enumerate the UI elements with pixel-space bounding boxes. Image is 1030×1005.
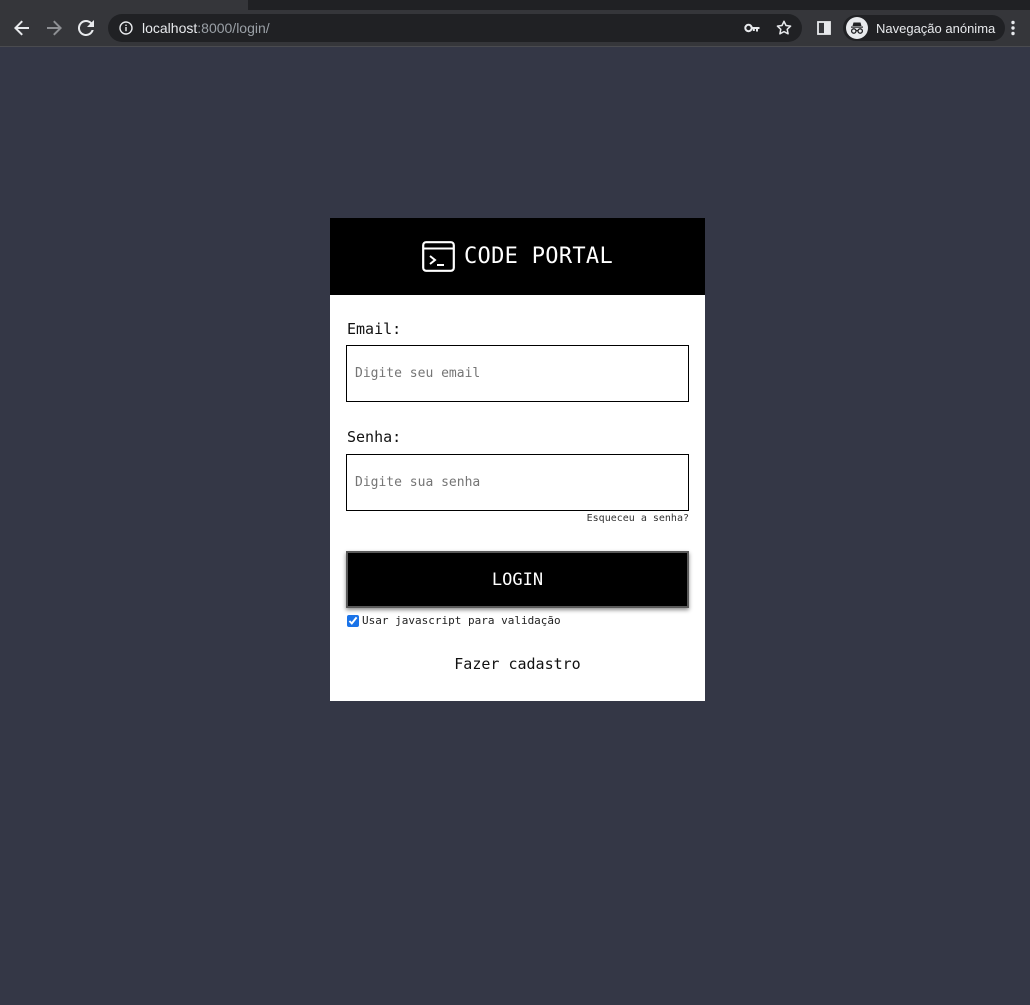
back-button[interactable]	[9, 15, 35, 41]
reload-button[interactable]	[73, 15, 99, 41]
url-host: localhost	[142, 20, 198, 36]
password-field[interactable]	[346, 454, 689, 511]
forward-button[interactable]	[41, 15, 67, 41]
email-label: Email:	[347, 320, 402, 338]
forgot-password-link[interactable]: Esqueceu a senha?	[587, 513, 689, 524]
forward-arrow-icon	[47, 20, 62, 36]
login-card: CODE PORTAL Email: Senha: Esqueceu a sen…	[330, 218, 705, 701]
tab-strip	[0, 0, 1030, 10]
address-bar[interactable]: localhost:8000/login/	[108, 14, 802, 42]
terminal-icon	[422, 241, 455, 272]
password-label: Senha:	[347, 428, 402, 446]
js-validation-label[interactable]: Usar javascript para validação	[362, 614, 561, 627]
email-field[interactable]	[346, 345, 689, 402]
signup-link[interactable]: Fazer cadastro	[330, 655, 705, 673]
card-header: CODE PORTAL	[330, 218, 705, 295]
incognito-label: Navegação anónima	[876, 20, 996, 36]
login-button[interactable]: LOGIN	[346, 551, 689, 608]
key-icon[interactable]	[744, 21, 760, 35]
url-path: :8000/login/	[197, 20, 270, 36]
star-icon[interactable]	[776, 20, 792, 36]
info-icon[interactable]	[119, 21, 133, 35]
incognito-badge[interactable]: Navegação anónima	[843, 15, 1006, 41]
incognito-icon	[846, 17, 868, 39]
js-validation-option: Usar javascript para validação	[347, 614, 561, 627]
js-validation-checkbox[interactable]	[347, 614, 359, 627]
back-arrow-icon	[14, 20, 29, 36]
browser-toolbar: localhost:8000/login/ Navegação anónima	[0, 10, 1030, 47]
url-text[interactable]: localhost:8000/login/	[142, 14, 270, 42]
active-tab[interactable]	[0, 0, 248, 10]
kebab-menu-icon[interactable]	[1004, 19, 1022, 37]
brand-title: CODE PORTAL	[464, 244, 613, 269]
reload-icon	[78, 20, 94, 36]
side-panel-icon[interactable]	[815, 19, 833, 37]
